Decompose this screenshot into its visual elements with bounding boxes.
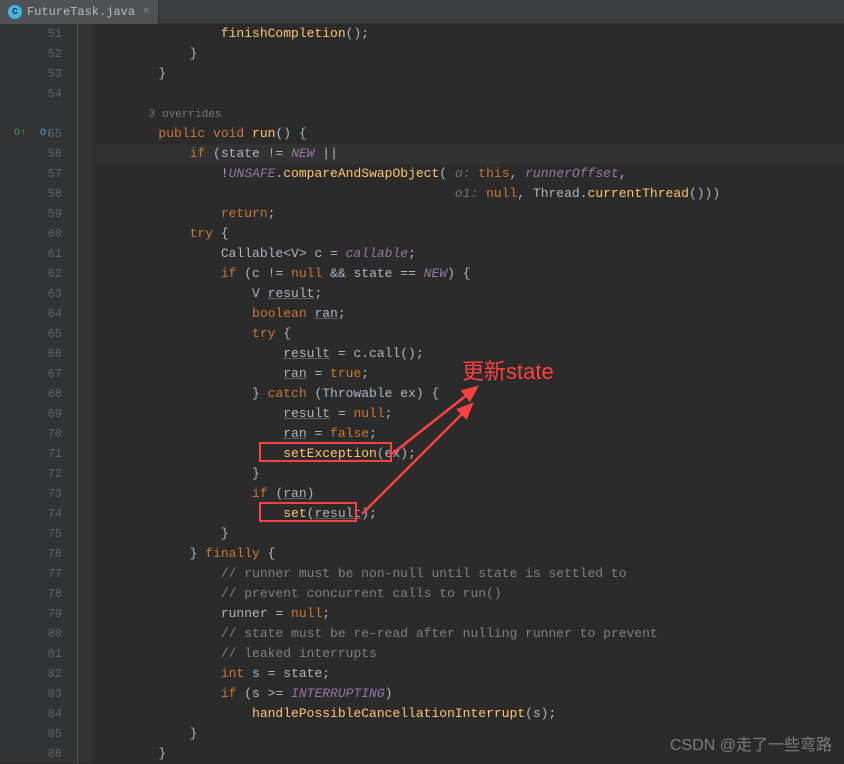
editor: 5152535455O↑O↓56575859606162636465666768… xyxy=(0,24,844,763)
line-number xyxy=(0,104,62,124)
watermark: CSDN @走了一些弯路 xyxy=(670,731,832,755)
line-number: 73 xyxy=(0,484,62,504)
code-line[interactable]: int s = state; xyxy=(96,664,844,684)
line-number: 77 xyxy=(0,564,62,584)
code-line[interactable]: runner = null; xyxy=(96,604,844,624)
line-number: 58 xyxy=(0,184,62,204)
code-line[interactable]: if (state != NEW || xyxy=(96,144,844,164)
line-number: 56 xyxy=(0,144,62,164)
line-number: 80 xyxy=(0,624,62,644)
line-number: 65 xyxy=(0,324,62,344)
code-line[interactable]: handlePossibleCancellationInterrupt(s); xyxy=(96,704,844,724)
code-line[interactable]: } xyxy=(96,44,844,64)
line-number: 60 xyxy=(0,224,62,244)
code-line[interactable]: // runner must be non-null until state i… xyxy=(96,564,844,584)
line-number: 62 xyxy=(0,264,62,284)
code-line[interactable]: if (ran) xyxy=(96,484,844,504)
line-number: 59 xyxy=(0,204,62,224)
line-number: 79 xyxy=(0,604,62,624)
code-line[interactable]: if (s >= INTERRUPTING) xyxy=(96,684,844,704)
line-number: 81 xyxy=(0,644,62,664)
code-line[interactable]: ran = false; xyxy=(96,424,844,444)
code-line[interactable]: } xyxy=(96,464,844,484)
line-number: 66 xyxy=(0,344,62,364)
tab-filename: FutureTask.java xyxy=(27,5,135,19)
override-hint[interactable]: 3 overrides xyxy=(96,109,221,121)
code-line[interactable]: // leaked interrupts xyxy=(96,644,844,664)
line-number: 69 xyxy=(0,404,62,424)
tab-bar: C FutureTask.java × xyxy=(0,0,844,24)
code-line[interactable]: Callable<V> c = callable; xyxy=(96,244,844,264)
code-line[interactable]: try { xyxy=(96,324,844,344)
code-line[interactable]: } xyxy=(96,64,844,84)
code-line[interactable]: finishCompletion(); xyxy=(96,24,844,44)
file-tab[interactable]: C FutureTask.java × xyxy=(0,0,159,24)
code-line[interactable]: // state must be re-read after nulling r… xyxy=(96,624,844,644)
line-number: 57 xyxy=(0,164,62,184)
line-number: 78 xyxy=(0,584,62,604)
line-number: 64 xyxy=(0,304,62,324)
line-number: 74 xyxy=(0,504,62,524)
line-number: 84 xyxy=(0,704,62,724)
line-number: 86 xyxy=(0,744,62,764)
line-number: 83 xyxy=(0,684,62,704)
line-number: 76 xyxy=(0,544,62,564)
code-area[interactable]: 更新state finishCompletion(); } } 3 overri… xyxy=(92,24,844,763)
code-line[interactable]: o1: null, Thread.currentThread())) xyxy=(96,184,844,204)
code-line[interactable]: ran = true; xyxy=(96,364,844,384)
line-number: 51 xyxy=(0,24,62,44)
close-icon[interactable]: × xyxy=(143,6,150,18)
code-line[interactable]: !UNSAFE.compareAndSwapObject( o: this, r… xyxy=(96,164,844,184)
code-line[interactable]: try { xyxy=(96,224,844,244)
code-line[interactable]: } finally { xyxy=(96,544,844,564)
line-number: 53 xyxy=(0,64,62,84)
line-number: 70 xyxy=(0,424,62,444)
code-line[interactable]: if (c != null && state == NEW) { xyxy=(96,264,844,284)
line-number: 85 xyxy=(0,724,62,744)
code-line[interactable]: result = c.call(); xyxy=(96,344,844,364)
line-number: 68 xyxy=(0,384,62,404)
fold-column xyxy=(70,24,92,763)
override-up-icon[interactable]: O↑ xyxy=(14,124,26,144)
gutter: 5152535455O↑O↓56575859606162636465666768… xyxy=(0,24,70,763)
code-line[interactable]: result = null; xyxy=(96,404,844,424)
line-number: 71 xyxy=(0,444,62,464)
code-line[interactable]: public void run() { xyxy=(96,124,844,144)
line-number: 72 xyxy=(0,464,62,484)
line-number: 75 xyxy=(0,524,62,544)
code-line[interactable]: return; xyxy=(96,204,844,224)
code-line[interactable] xyxy=(96,84,844,104)
line-number: 67 xyxy=(0,364,62,384)
code-line[interactable]: set(result); xyxy=(96,504,844,524)
class-icon: C xyxy=(8,5,22,19)
code-line[interactable]: } xyxy=(96,524,844,544)
code-line[interactable]: 3 overrides xyxy=(96,104,844,124)
line-number: 54 xyxy=(0,84,62,104)
code-line[interactable]: boolean ran; xyxy=(96,304,844,324)
override-down-icon[interactable]: O↓ xyxy=(40,124,52,144)
code-line[interactable]: // prevent concurrent calls to run() xyxy=(96,584,844,604)
line-number: 63 xyxy=(0,284,62,304)
line-number: 52 xyxy=(0,44,62,64)
line-number: 55O↑O↓ xyxy=(0,124,62,144)
code-line[interactable]: setException(ex); xyxy=(96,444,844,464)
code-line[interactable]: } catch (Throwable ex) { xyxy=(96,384,844,404)
line-number: 61 xyxy=(0,244,62,264)
code-line[interactable]: V result; xyxy=(96,284,844,304)
line-number: 82 xyxy=(0,664,62,684)
